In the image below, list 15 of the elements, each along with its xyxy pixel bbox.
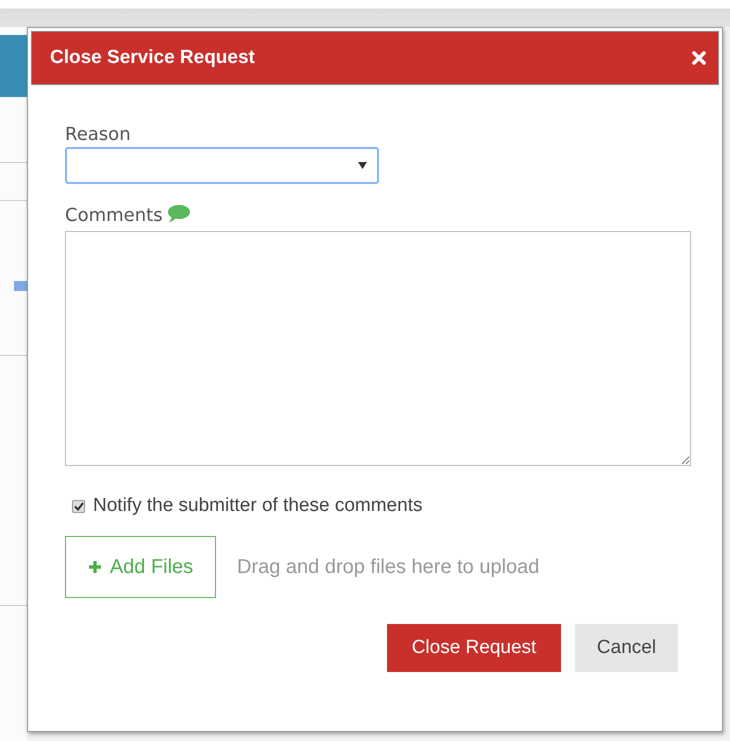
close-icon xyxy=(692,51,706,65)
notify-label: Notify the submitter of these comments xyxy=(93,495,422,517)
close-button[interactable] xyxy=(692,51,706,65)
close-request-button[interactable]: Close Request xyxy=(387,624,561,672)
add-files-button[interactable]: Add Files xyxy=(65,536,216,598)
drop-hint: Drag and drop files here to upload xyxy=(237,556,540,578)
caret-icon xyxy=(358,162,367,169)
checkbox[interactable] xyxy=(72,500,85,512)
comments-label: Comments xyxy=(65,204,163,228)
reason-label: Reason xyxy=(65,123,132,147)
speech-bubble-icon xyxy=(166,204,191,222)
dialog-title: Close Service Request xyxy=(50,47,255,69)
comments-field[interactable] xyxy=(65,231,691,466)
plus-icon xyxy=(88,560,102,574)
cancel-button[interactable]: Cancel xyxy=(575,624,678,672)
